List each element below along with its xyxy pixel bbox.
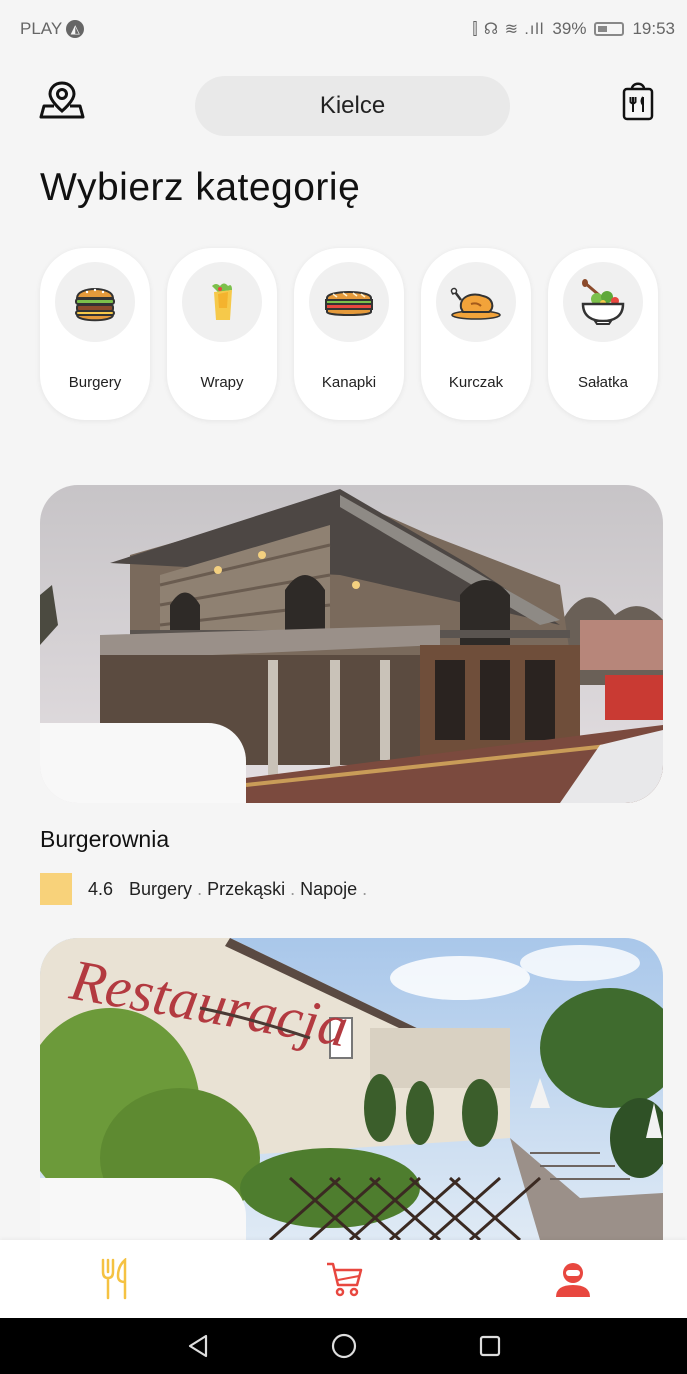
cart-icon (326, 1262, 362, 1297)
burger-icon (75, 288, 115, 322)
chicken-icon (450, 287, 501, 320)
category-label: Kurczak (448, 374, 504, 391)
wrap-icon (212, 283, 232, 320)
card-corner-cutout (40, 1178, 246, 1240)
nav-cart[interactable] (314, 1249, 374, 1309)
category-salatka[interactable]: Sałatka (548, 248, 658, 420)
card-corner-cutout (40, 723, 246, 803)
nav-profile[interactable] (543, 1249, 603, 1309)
shopping-bag-icon (622, 82, 654, 121)
bottom-nav (0, 1240, 687, 1318)
clock: 19:53 (632, 19, 675, 38)
restaurant-meta: 4.6 Burgery . Przekąski . Napoje . (40, 873, 372, 905)
home-circle-icon (331, 1333, 356, 1359)
category-label: Wrapy (200, 374, 244, 391)
page-title: Wybierz kategorię (40, 166, 361, 209)
restaurant-rating: 4.6 (88, 878, 114, 899)
back-triangle-icon (188, 1334, 207, 1358)
header: Kielce (0, 62, 687, 152)
nav-restaurants[interactable] (85, 1249, 145, 1309)
category-kurczak[interactable]: Kurczak (421, 248, 531, 420)
category-list: Burgery Wrapy Kanapki Kurczak Sałatka (40, 248, 658, 420)
system-back-button[interactable] (180, 1328, 216, 1364)
category-kanapki[interactable]: Kanapki (294, 248, 404, 420)
category-icon-circle (55, 262, 135, 342)
battery-percent: 39% (552, 19, 587, 38)
category-label: Kanapki (321, 374, 377, 391)
category-icon-circle (563, 262, 643, 342)
battery-icon (594, 22, 625, 36)
map-pin-icon (39, 81, 85, 119)
category-wrapy[interactable]: Wrapy (167, 248, 277, 420)
fork-knife-icon (101, 1258, 126, 1300)
restaurant-tag: Napoje (300, 878, 358, 899)
category-burgery[interactable]: Burgery (40, 248, 150, 420)
rating-star-icon (40, 873, 72, 905)
bag-button[interactable] (614, 76, 662, 124)
category-icon-circle (309, 262, 389, 342)
status-left: PLAY ◭ (20, 19, 85, 39)
category-label: Burgery (68, 374, 122, 391)
tag-separator: . (290, 878, 296, 899)
location-button[interactable] (38, 76, 86, 124)
carrier-icon: ◭ (66, 20, 85, 38)
restaurant-card-restauracja[interactable]: Restauracja (40, 938, 663, 1240)
profile-icon (555, 1263, 590, 1297)
system-recents-button[interactable] (472, 1328, 508, 1364)
system-home-button[interactable] (326, 1328, 362, 1364)
status-right: ⫿ ☊ ≋ .ıll 39% 19:53 (472, 19, 675, 39)
category-icon-circle (436, 262, 516, 342)
carrier-label: PLAY (20, 19, 63, 38)
restaurant-tag: Przekąski (207, 878, 286, 899)
tag-separator: . (362, 878, 368, 899)
recents-square-icon (479, 1335, 500, 1357)
status-icons: ⫿ ☊ ≋ .ıll (472, 21, 545, 38)
city-selector[interactable]: Kielce (195, 76, 510, 136)
restaurant-tag: Burgery (129, 878, 193, 899)
status-bar: PLAY ◭ ⫿ ☊ ≋ .ıll 39% 19:53 (0, 0, 687, 58)
category-icon-circle (182, 262, 262, 342)
category-label: Sałatka (577, 374, 629, 391)
sandwich-icon (325, 291, 373, 316)
restaurant-card-burgerownia[interactable] (40, 485, 663, 803)
restaurant-name: Burgerownia (40, 826, 170, 852)
system-nav-bar (0, 1318, 687, 1374)
salad-icon (581, 279, 625, 325)
tag-separator: . (197, 878, 203, 899)
